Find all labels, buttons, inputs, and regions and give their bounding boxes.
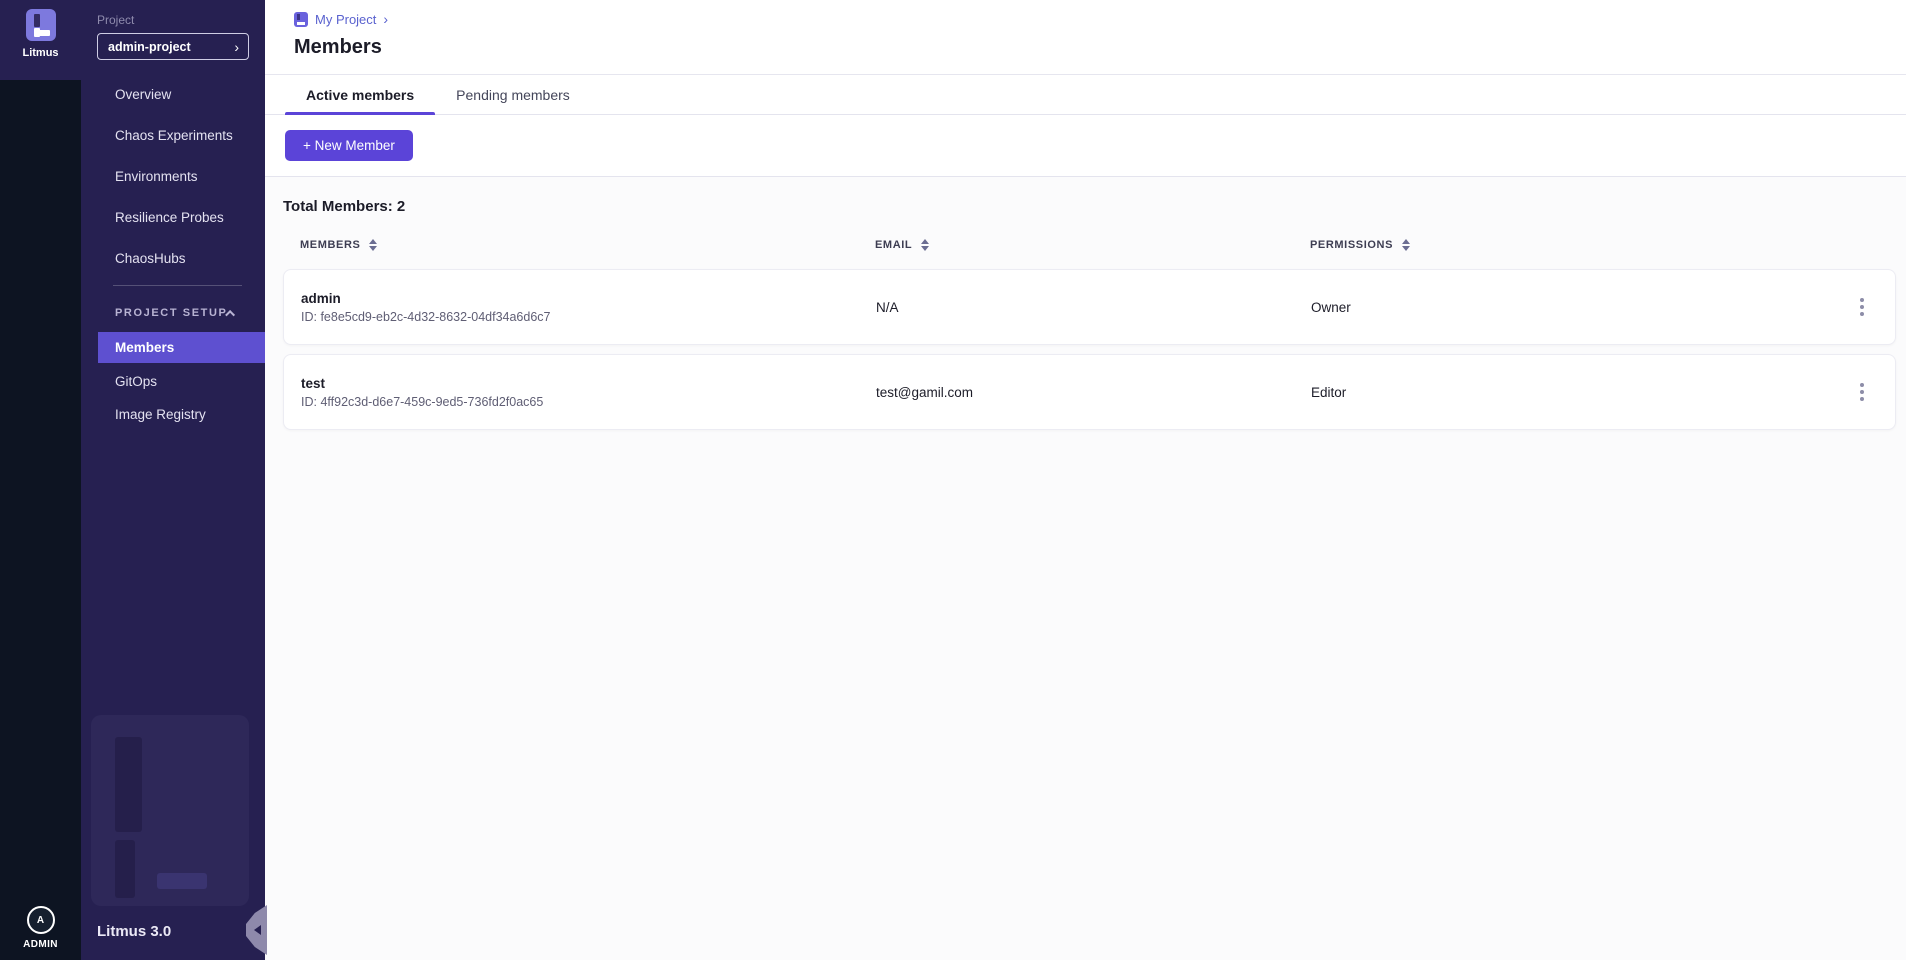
sidebar: Project admin-project › Overview Chaos E… — [81, 0, 265, 960]
sidebar-nav: Overview Chaos Experiments Environments … — [81, 74, 265, 279]
sidebar-item-chaoshubs[interactable]: ChaosHubs — [81, 238, 265, 279]
project-icon — [294, 12, 308, 27]
sidebar-divider — [113, 285, 242, 286]
project-label: Project — [97, 13, 265, 27]
members-content: Total Members: 2 MEMBERS EMAIL PERMISSIO… — [265, 177, 1906, 960]
member-cell: admin ID: fe8e5cd9-eb2c-4d32-8632-04df34… — [301, 291, 876, 324]
sidebar-item-chaos-experiments[interactable]: Chaos Experiments — [81, 115, 265, 156]
member-id: ID: 4ff92c3d-d6e7-459c-9ed5-736fd2f0ac65 — [301, 395, 876, 409]
sidebar-item-members[interactable]: Members — [98, 332, 265, 363]
member-email: test@gamil.com — [876, 385, 1311, 400]
member-cell: test ID: 4ff92c3d-d6e7-459c-9ed5-736fd2f… — [301, 376, 876, 409]
brand-label: Litmus — [22, 47, 58, 59]
section-label: PROJECT SETUP — [115, 307, 228, 319]
illustration-shape — [115, 737, 142, 832]
member-id: ID: fe8e5cd9-eb2c-4d32-8632-04df34a6d6c7 — [301, 310, 876, 324]
sidebar-item-overview[interactable]: Overview — [81, 74, 265, 115]
icon-rail: Litmus A ADMIN — [0, 0, 81, 960]
sidebar-item-gitops[interactable]: GitOps — [81, 365, 265, 398]
sidebar-item-image-registry[interactable]: Image Registry — [81, 398, 265, 431]
logo-shape — [34, 30, 50, 36]
user-label: ADMIN — [23, 939, 58, 950]
version-label: Litmus 3.0 — [97, 923, 171, 940]
member-permission: Editor — [1311, 385, 1815, 400]
main-content: My Project › Members Active members Pend… — [265, 0, 1906, 960]
table-row: test ID: 4ff92c3d-d6e7-459c-9ed5-736fd2f… — [283, 354, 1896, 430]
member-permission: Owner — [1311, 300, 1815, 315]
tab-active-members[interactable]: Active members — [285, 75, 435, 114]
logo-block: Litmus — [0, 0, 81, 80]
sidebar-item-resilience-probes[interactable]: Resilience Probes — [81, 197, 265, 238]
table-row: admin ID: fe8e5cd9-eb2c-4d32-8632-04df34… — [283, 269, 1896, 345]
row-actions-menu-icon[interactable] — [1849, 379, 1875, 405]
tab-pending-members[interactable]: Pending members — [435, 75, 591, 114]
tab-bar: Active members Pending members — [265, 75, 1906, 115]
row-actions-menu-icon[interactable] — [1849, 294, 1875, 320]
member-email: N/A — [876, 300, 1311, 315]
column-header-permissions[interactable]: PERMISSIONS — [1310, 239, 1816, 251]
chevron-right-icon: › — [234, 40, 239, 54]
table-header-row: MEMBERS EMAIL PERMISSIONS — [283, 230, 1896, 260]
avatar[interactable]: A — [27, 906, 55, 934]
sort-icon[interactable] — [921, 239, 929, 251]
total-members-count: Total Members: 2 — [283, 198, 1896, 215]
logo-shape — [34, 14, 40, 27]
user-menu[interactable]: A ADMIN — [23, 906, 58, 950]
new-member-button[interactable]: + New Member — [285, 130, 413, 161]
breadcrumb: My Project › — [294, 11, 1906, 27]
illustration-shape — [157, 873, 207, 889]
member-name: admin — [301, 291, 876, 306]
litmus-logo-icon[interactable] — [26, 9, 56, 41]
logo-shape — [297, 14, 300, 20]
sort-icon[interactable] — [369, 239, 377, 251]
column-header-email[interactable]: EMAIL — [875, 239, 1310, 251]
toolbar: + New Member — [265, 115, 1906, 177]
page-header: My Project › Members — [265, 0, 1906, 75]
sidebar-collapse-handle[interactable] — [246, 905, 267, 955]
logo-shape — [297, 22, 305, 25]
page-title: Members — [294, 36, 1906, 59]
illustration-shape — [115, 840, 135, 898]
sidebar-illustration — [91, 715, 249, 906]
breadcrumb-separator: › — [383, 11, 388, 27]
project-selector[interactable]: admin-project › — [97, 33, 249, 60]
column-header-members[interactable]: MEMBERS — [300, 239, 875, 251]
collapse-arrow-icon — [254, 925, 261, 935]
project-selected-value: admin-project — [108, 40, 191, 54]
breadcrumb-project-link[interactable]: My Project — [315, 12, 376, 27]
sort-icon[interactable] — [1402, 239, 1410, 251]
sidebar-item-environments[interactable]: Environments — [81, 156, 265, 197]
member-name: test — [301, 376, 876, 391]
project-setup-section-toggle[interactable]: PROJECT SETUP — [81, 298, 265, 328]
